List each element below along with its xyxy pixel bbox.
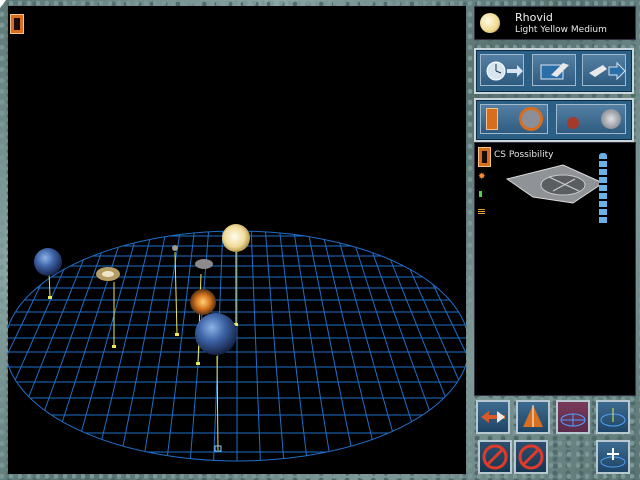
planet-red-icon (567, 117, 579, 129)
time-forward-button[interactable] (480, 54, 524, 86)
no-fire-toggle-button[interactable] (478, 440, 512, 474)
colony-ship-icon (505, 164, 605, 204)
green-flag-icon (479, 191, 482, 197)
colony-actions-group (474, 98, 634, 142)
fleet-actions-group (474, 48, 634, 94)
zoom-in-grid-button[interactable] (596, 440, 630, 474)
planet-focus-button[interactable] (516, 400, 550, 434)
leader-icon (486, 108, 498, 130)
ship-count-column (599, 153, 607, 225)
orbit-cycle-button[interactable] (476, 400, 510, 434)
star-rhovid[interactable] (222, 224, 250, 252)
fleet-exit-button[interactable] (532, 54, 576, 86)
cargo-bars-icon (478, 209, 485, 215)
blue-planet-large[interactable] (195, 313, 237, 355)
grid-view-button[interactable] (556, 400, 590, 434)
leader-portrait-icon[interactable] (478, 147, 491, 167)
blue-planet-left[interactable] (34, 248, 62, 276)
asteroid-highlight (102, 271, 114, 277)
star-class: Light Yellow Medium (515, 25, 607, 35)
planet-grey-icon (601, 109, 621, 129)
tiny-moon[interactable] (172, 245, 178, 251)
star-small-icon: ✸ (478, 172, 486, 182)
fleet-move-button[interactable] (582, 54, 626, 86)
arrow-cursor-icon (0, 0, 6, 8)
system-view[interactable] (8, 6, 466, 474)
grid-center-button[interactable] (596, 400, 630, 434)
leader-portrait-icon[interactable] (10, 14, 24, 34)
star-icon (480, 13, 500, 33)
asteroid-small[interactable] (195, 259, 213, 269)
system-grid-svg (8, 224, 466, 462)
target-planet-icon (519, 107, 543, 131)
ship-to-planet-button[interactable] (556, 104, 626, 134)
star-header[interactable]: Rhovid Light Yellow Medium (474, 6, 636, 40)
no-ships-toggle-button[interactable] (514, 440, 548, 474)
leader-assign-button[interactable] (480, 104, 548, 134)
ship-info-panel: CS Possibility ✸ (474, 142, 636, 396)
gas-giant-orange[interactable] (190, 289, 216, 315)
star-name: Rhovid (515, 11, 553, 24)
